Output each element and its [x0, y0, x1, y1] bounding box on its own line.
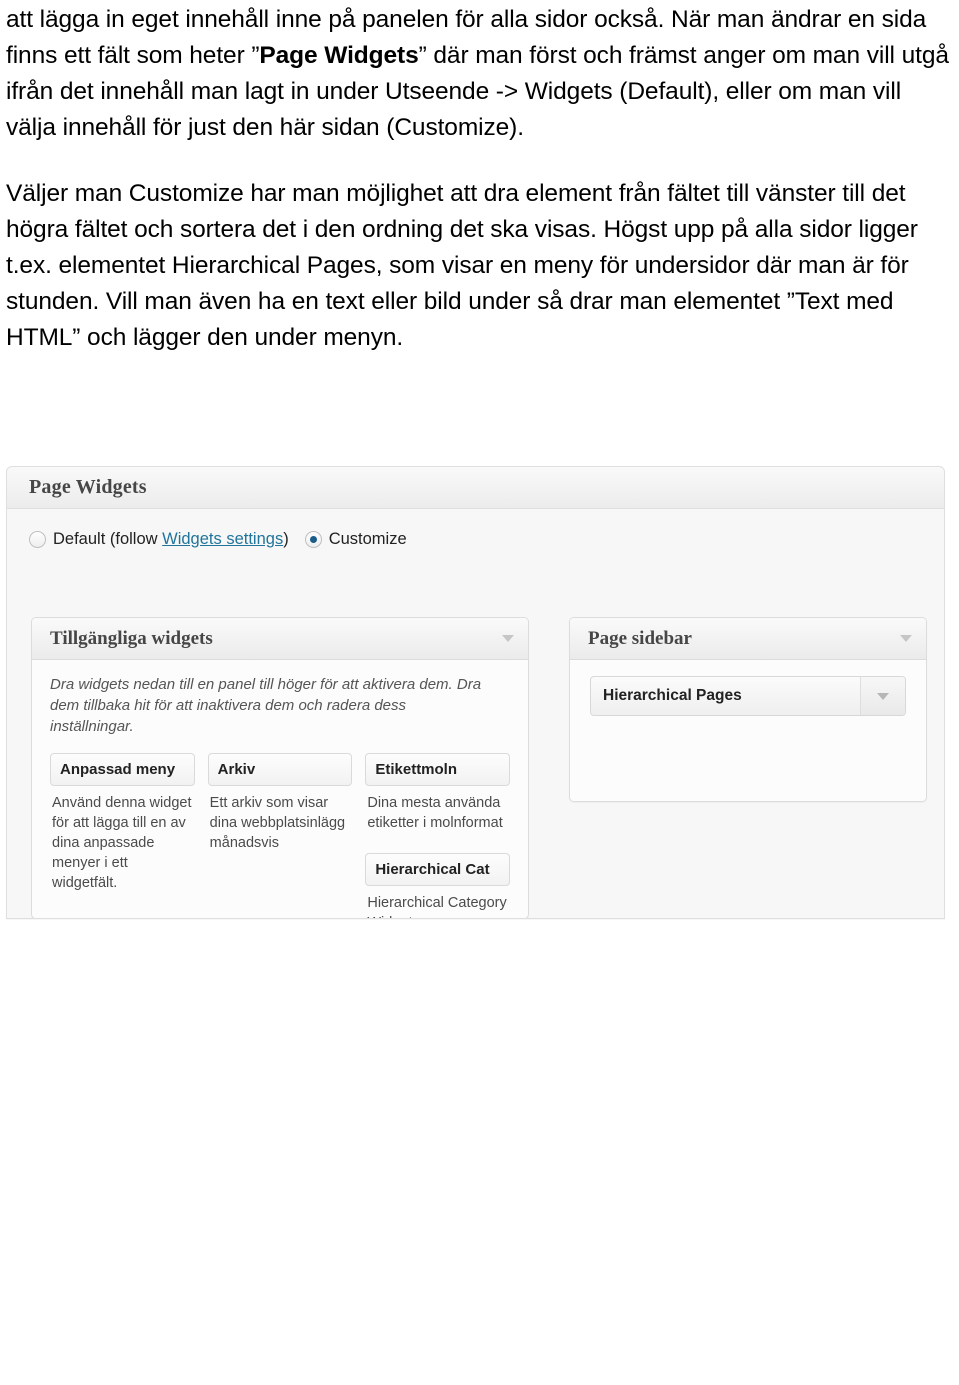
widget-tile[interactable]: Hierarchical Cat [365, 853, 511, 886]
article-text: att lägga in eget innehåll inne på panel… [0, 0, 959, 356]
paragraph-2: Väljer man Customize har man möjlighet a… [6, 180, 918, 351]
available-widgets-panel: Tillgängliga widgets Dra widgets nedan t… [31, 617, 529, 918]
page-title: Page Widgets [29, 476, 147, 498]
page-sidebar-header[interactable]: Page sidebar [570, 618, 926, 660]
widget-description: Använd denna widget för att lägga till e… [52, 795, 192, 891]
radio-option-customize[interactable]: Customize [304, 530, 407, 549]
radio-label-default-suffix: ) [283, 530, 289, 548]
available-widgets-grid: Anpassad meny Använd denna widget för at… [50, 753, 511, 918]
widget-column-3: Etikettmoln Dina mesta använda etiketter… [365, 753, 511, 918]
page-sidebar-body: Hierarchical Pages [570, 660, 926, 801]
chevron-down-icon[interactable] [900, 635, 912, 642]
widgets-settings-link[interactable]: Widgets settings [162, 530, 283, 548]
radio-icon-default[interactable] [29, 531, 46, 548]
widget-expand-toggle[interactable] [860, 677, 905, 715]
radio-option-default[interactable]: Default (follow Widgets settings) [29, 530, 289, 549]
chevron-down-icon [877, 692, 889, 700]
radio-label-default: Default (follow Widgets settings) [53, 530, 289, 549]
widget-tile[interactable]: Anpassad meny [50, 753, 195, 786]
sidebar-widget-label: Hierarchical Pages [603, 687, 742, 704]
radio-icon-customize[interactable] [304, 531, 322, 548]
available-widgets-body: Dra widgets nedan till en panel till hög… [32, 660, 528, 918]
widget-column-1: Anpassad meny Använd denna widget för at… [50, 753, 195, 918]
widget-tile[interactable]: Arkiv [207, 753, 353, 786]
page-gutter [945, 932, 959, 1385]
page-sidebar-panel: Page sidebar Hierarchical Pages [569, 617, 927, 802]
metabox-body: Default (follow Widgets settings) Custom… [7, 509, 944, 918]
widget-description: Hierarchical Category Widget [367, 895, 507, 918]
page-widgets-metabox: Page Widgets Default (follow Widgets set… [6, 466, 945, 919]
available-widgets-header[interactable]: Tillgängliga widgets [32, 618, 528, 660]
widget-description: Ett arkiv som visar dina webbplatsinlägg… [209, 795, 346, 851]
widget-description: Dina mesta använda etiketter i molnforma… [367, 795, 503, 831]
paragraph-1: att lägga in eget innehåll inne på panel… [6, 6, 949, 141]
widget-tile[interactable]: Etikettmoln [365, 753, 511, 786]
radio-label-customize: Customize [328, 530, 407, 548]
chevron-down-icon[interactable] [502, 635, 514, 642]
mode-selector: Default (follow Widgets settings) Custom… [29, 530, 423, 549]
page-sidebar-title: Page sidebar [588, 627, 692, 649]
widget-column-2: Arkiv Ett arkiv som visar dina webbplats… [207, 753, 353, 918]
sidebar-widget-item[interactable]: Hierarchical Pages [590, 676, 906, 716]
screenshot-figure: Page Widgets Default (follow Widgets set… [0, 466, 959, 1385]
radio-label-default-prefix: Default (follow [53, 530, 163, 548]
metabox-header: Page Widgets [7, 467, 944, 509]
available-widgets-title: Tillgängliga widgets [50, 627, 213, 649]
available-widgets-description: Dra widgets nedan till en panel till hög… [50, 676, 482, 735]
